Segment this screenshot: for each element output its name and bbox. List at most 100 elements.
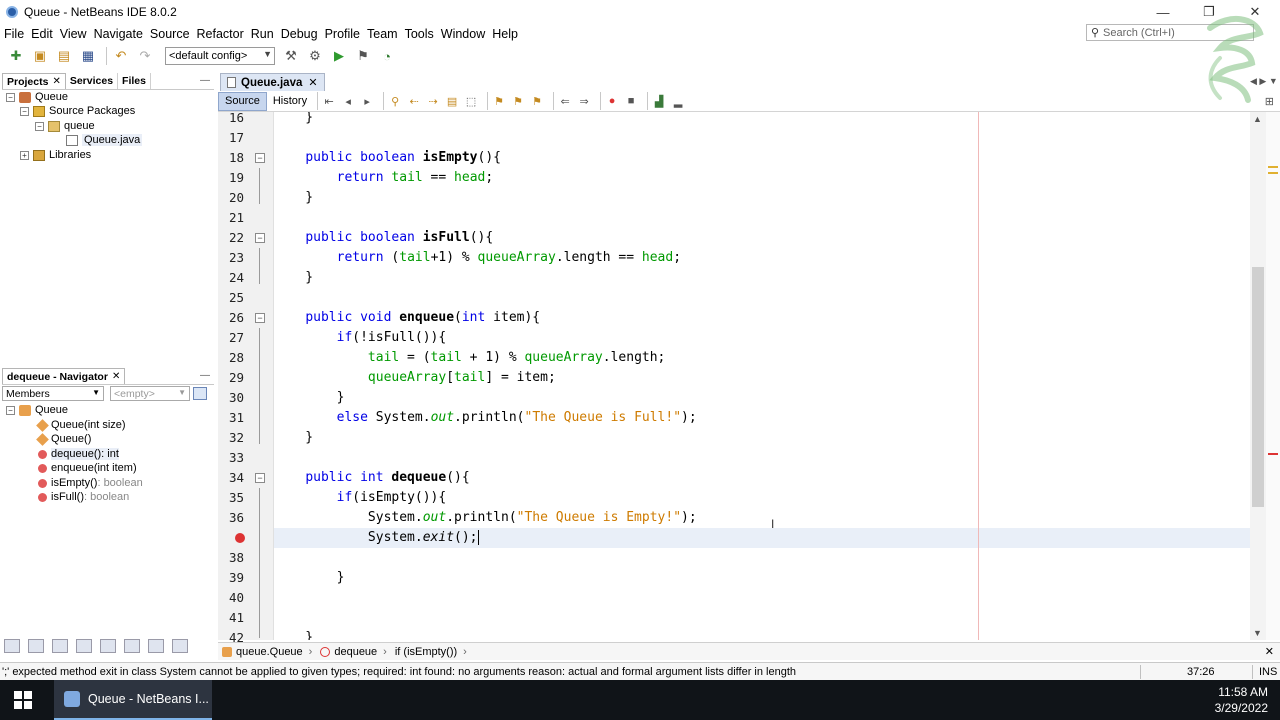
menu-team[interactable]: Team [364,27,401,41]
minimize-panel-icon[interactable]: — [200,75,210,86]
start-macro-icon[interactable]: ● [605,94,619,108]
filter-nonpublic-icon[interactable] [52,639,68,653]
clean-build-icon[interactable]: ⚙ [305,46,325,66]
menu-file[interactable]: File [1,27,27,41]
prev-bookmark-icon[interactable]: ⚑ [492,94,506,108]
debug-icon[interactable]: ⚑ [353,46,373,66]
menu-refactor[interactable]: Refactor [194,27,247,41]
breadcrumb-if[interactable]: if (isEmpty()) › [391,646,471,658]
warning-mark[interactable] [1268,172,1278,174]
find-previous-icon[interactable]: ⇠ [407,94,421,108]
nav-member[interactable]: isFull() : boolean [36,490,129,504]
find-icon[interactable]: ⚲ [388,94,402,108]
nav-member[interactable]: isEmpty() : boolean [36,476,143,490]
close-icon[interactable]: ✕ [308,76,317,89]
forward-icon[interactable]: ▸ [360,94,374,108]
menu-profile[interactable]: Profile [322,27,363,41]
nav-member[interactable]: Queue() [36,432,91,446]
menu-tools[interactable]: Tools [402,27,437,41]
new-project-icon[interactable]: ▣ [30,46,50,66]
sort-order-icon[interactable] [172,639,188,653]
tree-node-package[interactable]: − queue [35,119,95,133]
filter-inherited-icon[interactable] [76,639,92,653]
menu-navigate[interactable]: Navigate [91,27,146,41]
scrollbar-thumb[interactable] [1252,267,1264,507]
tree-node-source-packages[interactable]: − Source Packages [20,104,135,118]
fold-toggle-icon[interactable]: − [255,313,265,323]
nav-member[interactable]: Queue (int size) [36,418,126,432]
error-mark[interactable] [1268,453,1278,455]
find-next-icon[interactable]: ⇢ [426,94,440,108]
scroll-up-icon[interactable]: ▲ [1253,114,1262,124]
filter-static-icon[interactable] [28,639,44,653]
warning-mark[interactable] [1268,166,1278,168]
comment-icon[interactable]: ▟ [652,94,666,108]
rectangular-selection-icon[interactable]: ⬚ [464,94,478,108]
sort-name-icon[interactable] [124,639,140,653]
build-icon[interactable]: ⚒ [281,46,301,66]
editor-scrollbar[interactable]: ▲ ▼ [1250,112,1266,640]
windows-start-icon[interactable] [14,691,32,709]
stop-macro-icon[interactable]: ■ [624,94,638,108]
tab-projects[interactable]: Projects ✕ [2,73,66,89]
last-edit-icon[interactable]: ⇤ [322,94,336,108]
back-icon[interactable]: ◂ [341,94,355,108]
nav-member-selected[interactable]: dequeue() : int [36,447,119,461]
menu-edit[interactable]: Edit [28,27,56,41]
menu-view[interactable]: View [57,27,90,41]
new-file-icon[interactable]: ✚ [6,46,26,66]
minimize-panel-icon[interactable]: — [200,370,210,381]
nav-class-node[interactable]: − Queue [6,403,68,417]
close-icon[interactable]: ✕ [1265,645,1274,658]
fold-toggle-icon[interactable]: − [255,153,265,163]
open-project-icon[interactable]: ▤ [54,46,74,66]
uncomment-icon[interactable]: ▂ [671,94,685,108]
insert-mode[interactable]: INS [1259,666,1277,678]
undo-icon[interactable]: ↶ [111,46,131,66]
tab-files[interactable]: Files [118,73,151,89]
collapse-icon[interactable]: − [35,121,44,131]
fold-toggle-icon[interactable]: − [255,233,265,243]
breadcrumb-class[interactable]: queue.Queue › [218,646,316,658]
tab-queue-java[interactable]: Queue.java ✕ [220,73,325,91]
tree-node-project[interactable]: − Queue [6,90,68,104]
minimize-button[interactable]: — [1140,0,1186,24]
save-all-icon[interactable]: ▦ [78,46,98,66]
fold-toggle-icon[interactable]: − [255,473,265,483]
shift-right-icon[interactable]: ⇒ [577,94,591,108]
close-icon[interactable]: ✕ [52,76,60,87]
tree-node-libraries[interactable]: + Libraries [20,148,91,162]
members-select[interactable]: Members ▼ [2,386,104,401]
redo-icon[interactable]: ↷ [135,46,155,66]
shift-left-icon[interactable]: ⇐ [558,94,572,108]
menu-run[interactable]: Run [248,27,277,41]
collapse-icon[interactable]: − [20,106,29,116]
run-icon[interactable]: ▶ [329,46,349,66]
profile-icon[interactable]: ◔ [377,46,397,66]
tab-services[interactable]: Services [66,73,119,89]
editor-menu-icon[interactable]: ◀ ▶ ▼ [1250,76,1278,87]
toggle-bookmark-icon[interactable]: ⚑ [530,94,544,108]
split-editor-icon[interactable]: ⊞ [1265,95,1274,108]
filter-members-icon[interactable] [100,639,116,653]
scroll-down-icon[interactable]: ▼ [1253,628,1262,638]
menu-window[interactable]: Window [438,27,488,41]
close-icon[interactable]: ✕ [112,371,120,382]
collapse-icon[interactable]: − [6,92,15,102]
taskbar-item-netbeans[interactable]: Queue - NetBeans I... [54,680,212,720]
menu-help[interactable]: Help [489,27,521,41]
error-icon[interactable] [235,533,245,543]
filter-select[interactable]: <empty> ▼ [110,386,190,401]
sort-source-icon[interactable] [148,639,164,653]
collapse-icon[interactable]: − [6,405,15,415]
tab-navigator[interactable]: dequeue - Navigator ✕ [2,368,126,384]
config-select[interactable]: <default config> ▼ [165,47,275,65]
menu-debug[interactable]: Debug [278,27,321,41]
breadcrumb-method[interactable]: dequeue › [316,646,391,658]
tree-node-file[interactable]: Queue.java [66,133,143,147]
next-bookmark-icon[interactable]: ⚑ [511,94,525,108]
menu-source[interactable]: Source [147,27,193,41]
expand-icon[interactable]: + [20,150,29,160]
navigator-options-icon[interactable] [193,387,207,400]
code-editor[interactable]: } public boolean isEmpty(){ return tail … [274,112,1250,640]
